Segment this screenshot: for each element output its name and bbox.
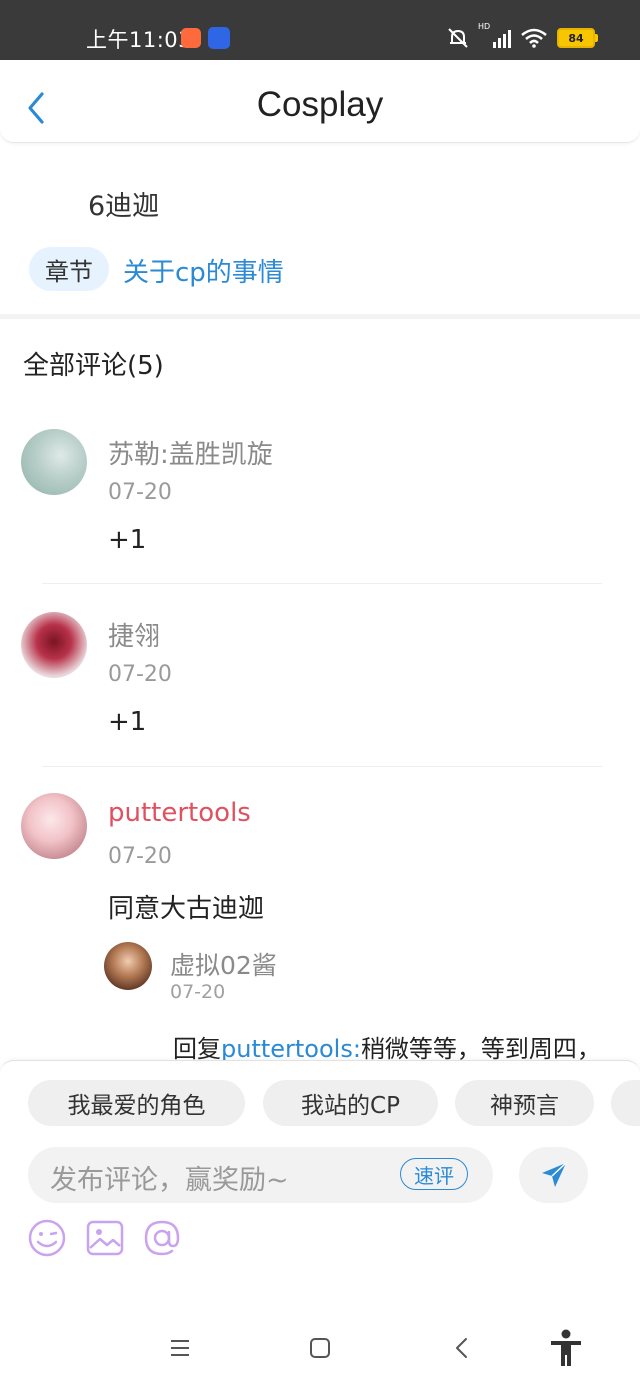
quick-comment-button[interactable]: 速评 bbox=[400, 1158, 468, 1190]
comment-date: 07-20 bbox=[108, 480, 172, 505]
page-title: Cosplay bbox=[256, 85, 384, 124]
menu-icon[interactable] bbox=[169, 1338, 191, 1358]
accessibility-icon[interactable] bbox=[548, 1328, 584, 1368]
reply-prefix: 回复 bbox=[173, 1035, 221, 1063]
reply-body: 稍微等等，等到周四， bbox=[360, 1035, 601, 1063]
comment-divider bbox=[42, 583, 602, 584]
back-nav-icon[interactable] bbox=[452, 1336, 472, 1360]
section-divider bbox=[0, 314, 640, 319]
comment-text: 同意大古迪迦 bbox=[108, 894, 265, 924]
reply-mention-link[interactable]: puttertools: bbox=[221, 1035, 361, 1063]
reply-username[interactable]: 虚拟02酱 bbox=[170, 946, 277, 982]
chapter-badge: 章节 bbox=[29, 247, 109, 291]
avatar[interactable] bbox=[21, 429, 87, 495]
comment-username[interactable]: 苏勒:盖胜凯旋 bbox=[108, 434, 273, 471]
comment-text: +1 bbox=[108, 707, 147, 737]
comment-input-placeholder: 发布评论，赢奖励~ bbox=[50, 1165, 289, 1196]
comment-date: 07-20 bbox=[108, 844, 172, 869]
hd-label: HD bbox=[478, 22, 491, 31]
mention-icon[interactable] bbox=[142, 1218, 182, 1258]
signal-icon: HD bbox=[478, 22, 511, 48]
battery-icon: 84 bbox=[557, 28, 598, 48]
reply-date: 07-20 bbox=[170, 981, 226, 1003]
comment-username[interactable]: 捷翎 bbox=[108, 616, 160, 653]
chapter-link[interactable]: 关于cp的事情 bbox=[123, 252, 284, 289]
home-icon[interactable] bbox=[309, 1337, 331, 1359]
mute-bell-icon bbox=[448, 28, 468, 48]
wifi-icon bbox=[521, 28, 547, 48]
comment-text: +1 bbox=[108, 525, 147, 555]
avatar[interactable] bbox=[21, 793, 87, 859]
avatar[interactable] bbox=[21, 612, 87, 678]
send-icon bbox=[541, 1162, 567, 1187]
baidu-app-icon bbox=[208, 27, 230, 49]
reply-text: 回复puttertools:稍微等等，等到周四， bbox=[173, 1029, 601, 1064]
comments-title: 全部评论(5) bbox=[23, 351, 164, 381]
reply-avatar[interactable] bbox=[104, 942, 152, 990]
topic-chip[interactable]: 我站的CP bbox=[263, 1080, 438, 1126]
comment-date: 07-20 bbox=[108, 662, 172, 687]
status-time: 上午11:03 bbox=[86, 28, 193, 52]
notification-app-icon bbox=[181, 28, 201, 48]
topic-chip[interactable]: 神预言 bbox=[455, 1080, 594, 1126]
image-icon[interactable] bbox=[85, 1218, 125, 1258]
send-button[interactable] bbox=[519, 1147, 588, 1203]
comment-username[interactable]: puttertools bbox=[108, 798, 251, 828]
emoji-icon[interactable] bbox=[27, 1218, 67, 1258]
post-title: 6迪迦 bbox=[88, 191, 160, 222]
status-icons: HD 84 bbox=[447, 22, 598, 49]
topic-chip[interactable]: 我最爱的角色 bbox=[28, 1080, 245, 1126]
comment-divider bbox=[42, 766, 602, 767]
